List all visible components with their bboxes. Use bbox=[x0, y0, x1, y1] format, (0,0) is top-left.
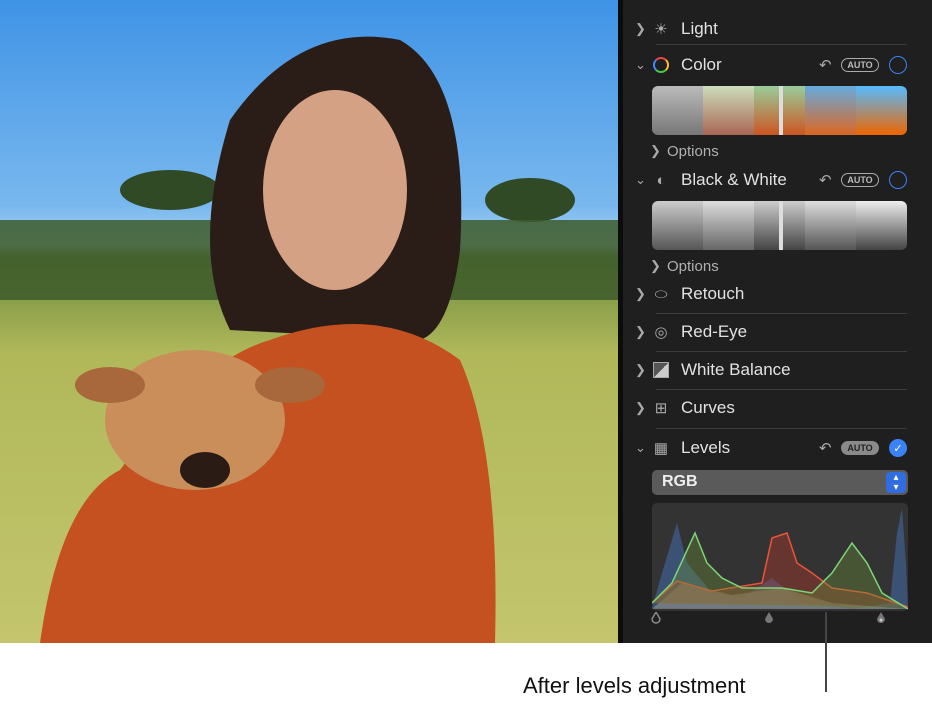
half-circle-icon: ◐ bbox=[656, 171, 666, 189]
section-label: Light bbox=[681, 19, 718, 38]
color-thumbnail-strip[interactable] bbox=[652, 86, 907, 135]
section-label: White Balance bbox=[681, 360, 791, 379]
section-color[interactable]: ⌄ Color ↶ AUTO bbox=[623, 51, 932, 79]
undo-icon[interactable]: ↶ bbox=[819, 439, 832, 457]
chevron-down-icon[interactable]: ⌄ bbox=[635, 172, 646, 188]
chevron-right-icon[interactable]: ❯ bbox=[635, 286, 646, 302]
divider bbox=[656, 351, 907, 352]
black-point-handle[interactable] bbox=[651, 612, 661, 624]
undo-icon[interactable]: ↶ bbox=[819, 171, 832, 189]
chevron-right-icon[interactable]: ❯ bbox=[650, 258, 661, 274]
divider bbox=[656, 44, 907, 45]
chevron-right-icon[interactable]: ❯ bbox=[635, 324, 646, 340]
auto-button[interactable]: AUTO bbox=[841, 173, 879, 187]
caption: After levels adjustment bbox=[523, 673, 746, 698]
adjust-panel: ❯ ☀ Light ⌄ Color ↶ AUTO ❯ Options ⌄ ◐ B… bbox=[623, 0, 932, 643]
undo-icon[interactable]: ↶ bbox=[819, 56, 832, 74]
divider bbox=[656, 428, 907, 429]
bw-thumbnail-strip[interactable] bbox=[652, 201, 907, 250]
chevron-right-icon[interactable]: ❯ bbox=[635, 21, 646, 37]
curves-icon: ⊞ bbox=[654, 400, 668, 417]
section-label: Retouch bbox=[681, 284, 745, 303]
stepper-arrows-icon: ▴ ▾ bbox=[886, 472, 906, 493]
color-wheel-icon bbox=[652, 56, 670, 74]
photo-preview bbox=[0, 0, 618, 643]
channel-value: RGB bbox=[662, 473, 698, 490]
section-levels[interactable]: ⌄ ▦ Levels ↶ AUTO ✓ bbox=[623, 434, 932, 462]
section-light[interactable]: ❯ ☀ Light bbox=[623, 15, 932, 43]
section-label: Red-Eye bbox=[681, 322, 748, 341]
callout-line bbox=[825, 612, 827, 692]
section-label: Color bbox=[681, 55, 722, 74]
slider-handle[interactable] bbox=[779, 86, 783, 135]
options-label: Options bbox=[667, 257, 719, 275]
midtone-handle[interactable] bbox=[764, 612, 774, 624]
channel-select[interactable]: RGB ▴ ▾ bbox=[652, 470, 908, 495]
white-point-handle[interactable] bbox=[876, 612, 886, 624]
levels-histogram[interactable] bbox=[651, 503, 909, 611]
color-options[interactable]: ❯ Options bbox=[623, 137, 932, 165]
enable-toggle-checked[interactable]: ✓ bbox=[889, 439, 907, 457]
enable-toggle[interactable] bbox=[889, 171, 907, 189]
slider-handle[interactable] bbox=[779, 201, 783, 250]
chevron-down-icon[interactable]: ⌄ bbox=[635, 440, 646, 456]
chevron-right-icon[interactable]: ❯ bbox=[635, 400, 646, 416]
divider bbox=[656, 313, 907, 314]
section-curves[interactable]: ❯ ⊞ Curves bbox=[623, 394, 932, 422]
section-label: Curves bbox=[681, 398, 735, 417]
divider bbox=[656, 389, 907, 390]
sun-icon: ☀ bbox=[654, 21, 668, 38]
chevron-right-icon[interactable]: ❯ bbox=[635, 362, 646, 378]
white-balance-icon bbox=[652, 361, 670, 379]
levels-icon: ▦ bbox=[653, 440, 669, 457]
bandage-icon: ⬭ bbox=[654, 285, 668, 303]
bw-options[interactable]: ❯ Options bbox=[623, 252, 932, 280]
photo-image bbox=[0, 36, 618, 643]
enable-toggle[interactable] bbox=[889, 56, 907, 74]
auto-button[interactable]: AUTO bbox=[841, 441, 879, 455]
section-black-white[interactable]: ⌄ ◐ Black & White ↶ AUTO bbox=[623, 166, 932, 194]
section-label: Black & White bbox=[681, 170, 787, 189]
section-red-eye[interactable]: ❯ ◎ Red-Eye bbox=[623, 318, 932, 346]
section-retouch[interactable]: ❯ ⬭ Retouch bbox=[623, 280, 932, 308]
auto-button[interactable]: AUTO bbox=[841, 58, 879, 72]
eye-slash-icon: ◎ bbox=[654, 324, 668, 341]
section-white-balance[interactable]: ❯ White Balance bbox=[623, 356, 932, 384]
section-label: Levels bbox=[681, 438, 731, 457]
chevron-down-icon[interactable]: ⌄ bbox=[635, 57, 646, 73]
options-label: Options bbox=[667, 142, 719, 160]
chevron-right-icon[interactable]: ❯ bbox=[650, 143, 661, 159]
